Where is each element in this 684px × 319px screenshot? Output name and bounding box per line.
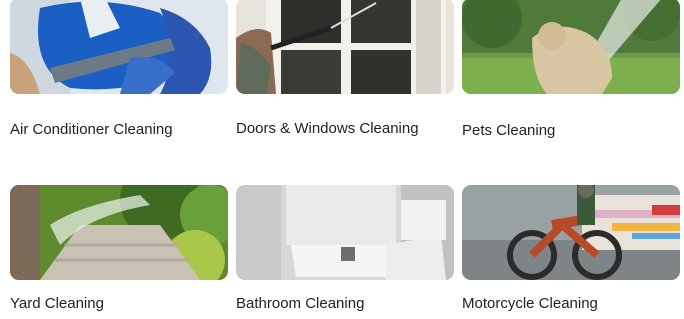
service-card-air-conditioner[interactable]: Air Conditioner Cleaning [10,0,228,138]
service-label[interactable]: Motorcycle Cleaning [462,295,598,313]
service-card-doors-windows[interactable]: Doors & Windows Cleaning [236,0,454,137]
service-card-motorcycle[interactable]: Motorcycle Cleaning [462,185,680,312]
pets-cleaning-image[interactable] [462,0,680,94]
service-grid: Air Conditioner Cleaning Doors & Windows… [0,0,684,319]
service-label[interactable]: Air Conditioner Cleaning [10,121,173,139]
air-conditioner-cleaning-image[interactable] [10,0,228,94]
bathroom-cleaning-image[interactable] [236,185,454,280]
yard-cleaning-image[interactable] [10,185,228,280]
doors-windows-cleaning-image[interactable] [236,0,454,94]
service-card-yard[interactable]: Yard Cleaning [10,185,228,312]
service-label[interactable]: Pets Cleaning [462,122,555,140]
service-label[interactable]: Doors & Windows Cleaning [236,120,419,138]
service-card-pets[interactable]: Pets Cleaning [462,0,680,139]
service-label[interactable]: Bathroom Cleaning [236,295,364,313]
motorcycle-cleaning-image[interactable] [462,185,680,280]
service-label[interactable]: Yard Cleaning [10,295,104,313]
service-card-bathroom[interactable]: Bathroom Cleaning [236,185,454,312]
